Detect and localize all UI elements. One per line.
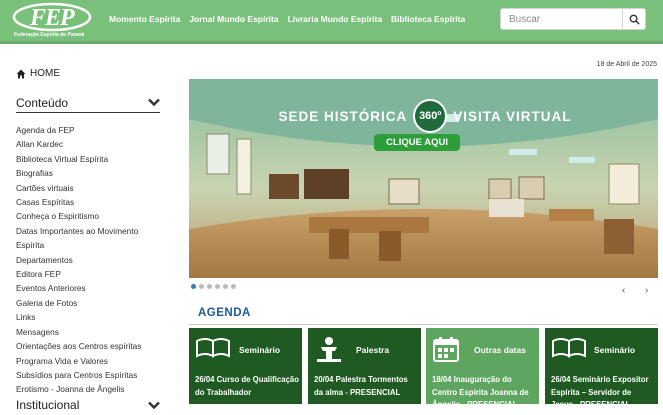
sidebar-item-eventos-anteriores[interactable]: Eventos Anteriores [16,281,166,295]
agenda-card-category: Seminário [239,345,281,355]
carousel-dot[interactable] [199,284,204,289]
nav-momento-espirita[interactable]: Momento Espírita [109,14,180,24]
nav-biblioteca-espirita[interactable]: Biblioteca Espírita [391,14,465,24]
sidebar-item-biografias[interactable]: Biografias [16,166,166,180]
carousel-dot[interactable] [191,284,196,289]
banner-title-right: VISITA VIRTUAL [453,108,572,124]
nav-livraria-mundo-espirita[interactable]: Livraria Mundo Espírita [288,14,382,24]
carousel-next-button[interactable]: › [645,285,648,296]
agenda-card-text: 18/04 Inauguração do Centro Espírita Joa… [432,375,529,404]
banner-title-row: SEDE HISTÓRICA 360º VISITA VIRTUAL [275,99,575,133]
calendar-icon [433,337,459,362]
search-icon [629,14,640,25]
carousel-dot[interactable] [215,284,220,289]
sidebar-item-programa-vida-valores[interactable]: Programa Vida e Valores [16,354,166,368]
banner-title-left: SEDE HISTÓRICA [278,108,408,124]
content-section-header[interactable]: Conteúdo [16,93,160,113]
top-header: FEP Federação Espírita do Paraná Momento… [0,0,663,44]
agenda-divider [189,324,658,325]
sidebar-item-casas-espiritas[interactable]: Casas Espíritas [16,195,166,209]
sidebar-item-subsidios[interactable]: Subsídios para Centros Espíritas [16,368,166,382]
agenda-card-2[interactable]: Palestra 20/04 Palestra Tormentos da alm… [308,328,421,404]
sidebar-item-galeria-fotos[interactable]: Galeria de Fotos [16,296,166,310]
home-icon [16,69,26,78]
carousel-prev-button[interactable]: ‹ [622,285,625,296]
book-icon [552,338,586,358]
agenda-card-text: 20/04 Palestra Tormentos da alma - PRESE… [314,375,408,397]
sidebar-item-mensagens[interactable]: Mensagens [16,325,166,339]
carousel-dot[interactable] [231,284,236,289]
current-date: 18 de Abril de 2025 [596,61,657,68]
institucional-section-title: Institucional [16,398,80,412]
search-box [500,8,646,30]
agenda-card-4[interactable]: Seminário 26/04 Seminário Expositor Espí… [545,328,658,404]
sidebar-item-cartoes-virtuais[interactable]: Cartões virtuais [16,181,166,195]
sidebar-item-datas-importantes[interactable]: Datas Importantes ao Movimento Espírita [16,224,166,253]
logo-subtitle: Federação Espírita do Paraná [14,32,85,38]
content-section-title: Conteúdo [16,95,69,110]
banner-virtual-tour[interactable]: SEDE HISTÓRICA 360º VISITA VIRTUAL CLIQU… [189,79,658,278]
carousel-dot[interactable] [207,284,212,289]
agenda-cards: Seminário 26/04 Curso de Qualificação do… [189,328,663,404]
sidebar-item-conheca-espiritismo[interactable]: Conheça o Espiritismo [16,209,166,223]
carousel-dots [191,284,236,289]
sidebar-item-departamentos[interactable]: Departamentos [16,253,166,267]
chevron-down-icon [148,401,160,409]
lectern-icon [317,337,341,362]
agenda-card-text: 26/04 Seminário Expositor Espírita – Ser… [551,375,649,404]
sidebar-item-biblioteca-virtual[interactable]: Biblioteca Virtual Espírita [16,152,166,166]
top-nav: Momento Espírita Jornal Mundo Espírita L… [109,14,474,24]
agenda-card-3[interactable]: Outras datas 18/04 Inauguração do Centro… [426,328,539,404]
sidebar-item-editora-fep[interactable]: Editora FEP [16,267,166,281]
book-icon [196,338,230,358]
logo-text: FEP [30,5,75,31]
sidebar-item-allan-kardec[interactable]: Allan Kardec [16,137,166,151]
chevron-down-icon [148,98,160,107]
agenda-card-category: Palestra [356,345,390,355]
home-label: HOME [30,68,60,79]
sidebar-item-orientacoes[interactable]: Orientações aos Centros espíritas [16,339,166,353]
content-menu: Agenda da FEP Allan Kardec Biblioteca Vi… [16,123,166,397]
institucional-section-header[interactable]: Institucional [16,395,160,415]
sidebar-item-agenda[interactable]: Agenda da FEP [16,123,166,137]
agenda-card-text: 26/04 Curso de Qualificação do Trabalhad… [195,375,300,397]
agenda-card-category: Outras datas [474,345,526,355]
agenda-card-1[interactable]: Seminário 26/04 Curso de Qualificação do… [189,328,302,404]
agenda-title: AGENDA [198,307,251,319]
search-input[interactable] [501,9,623,29]
banner-cta-button[interactable]: CLIQUE AQUI [374,134,460,151]
search-button[interactable] [622,9,645,29]
banner-360-badge: 360º [413,99,448,133]
agenda-card-category: Seminário [594,345,636,355]
carousel-dot[interactable] [223,284,228,289]
nav-jornal-mundo-espirita[interactable]: Jornal Mundo Espírita [189,14,278,24]
home-link[interactable]: HOME [16,68,60,79]
fep-logo[interactable]: FEP Federação Espírita do Paraná [12,2,92,40]
sidebar-item-links[interactable]: Links [16,310,166,324]
